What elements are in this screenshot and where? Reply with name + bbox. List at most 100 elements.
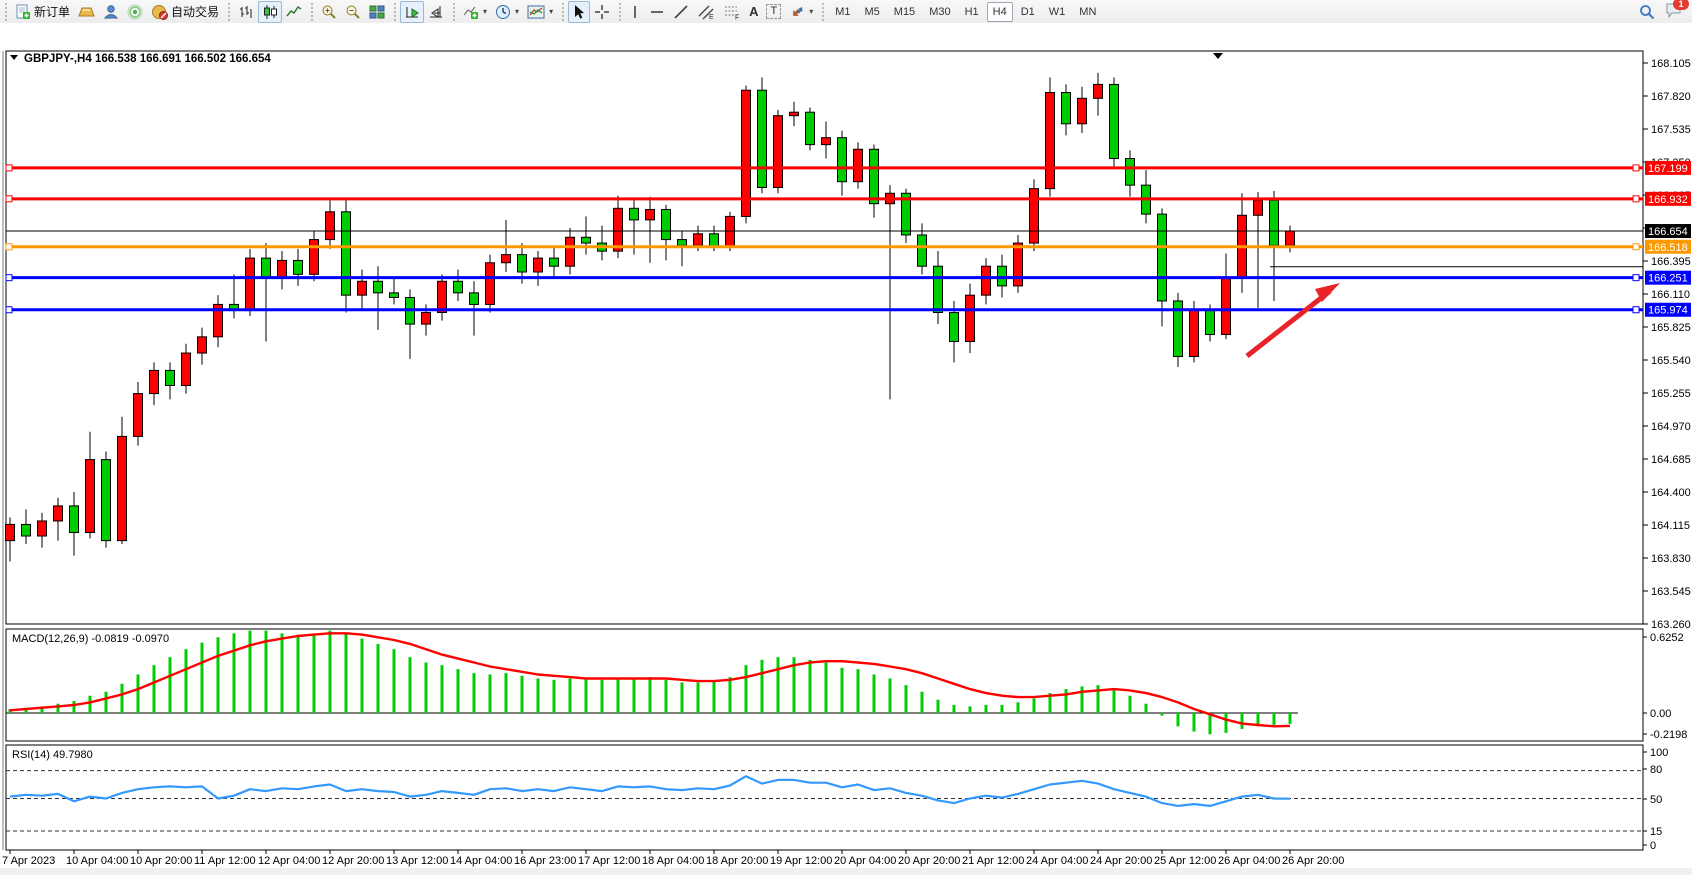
clock-icon bbox=[495, 4, 511, 20]
svg-text:E: E bbox=[709, 14, 714, 20]
main-price-panel bbox=[6, 51, 1643, 624]
chart-shift-icon bbox=[428, 4, 444, 20]
candle-body bbox=[1190, 310, 1199, 356]
timeframe-h4-button[interactable]: H4 bbox=[987, 2, 1013, 22]
candle-body bbox=[758, 90, 767, 187]
candle-body bbox=[1030, 189, 1039, 243]
timeframe-mn-button[interactable]: MN bbox=[1073, 2, 1102, 22]
price-axis-label: 167.535 bbox=[1651, 124, 1691, 136]
text-tool-button[interactable]: A bbox=[745, 1, 762, 23]
candle-body bbox=[950, 313, 959, 342]
trendline-tool-button[interactable] bbox=[669, 1, 693, 23]
candle-body bbox=[166, 370, 175, 385]
window-bottom-strip bbox=[0, 868, 1692, 875]
label-tool-button[interactable]: T bbox=[762, 1, 785, 23]
candle-body bbox=[662, 209, 671, 239]
candle-body bbox=[1062, 93, 1071, 124]
candle-body bbox=[454, 281, 463, 293]
templates-button[interactable]: ▾ bbox=[523, 1, 557, 23]
candle-body bbox=[918, 235, 927, 266]
candle-body bbox=[1206, 310, 1215, 334]
timeframe-w1-button[interactable]: W1 bbox=[1043, 2, 1072, 22]
svg-text:F: F bbox=[735, 14, 739, 20]
line-handle[interactable] bbox=[6, 307, 12, 313]
line-handle[interactable] bbox=[1633, 275, 1639, 281]
line-handle[interactable] bbox=[6, 165, 12, 171]
crosshair-button[interactable] bbox=[590, 1, 614, 23]
rsi-panel bbox=[6, 745, 1643, 850]
timeframe-m30-button[interactable]: M30 bbox=[923, 2, 956, 22]
time-axis-label: 16 Apr 23:00 bbox=[514, 855, 576, 867]
macd-axis-label: 0.6252 bbox=[1650, 632, 1684, 644]
vertical-line-tool-button[interactable] bbox=[625, 1, 645, 23]
candle-body bbox=[246, 258, 255, 310]
notifications-button[interactable]: 1 bbox=[1665, 2, 1682, 21]
market-depth-button[interactable] bbox=[74, 1, 99, 23]
candle-body bbox=[694, 234, 703, 246]
price-axis-label: 164.400 bbox=[1651, 487, 1691, 499]
line-handle[interactable] bbox=[6, 275, 12, 281]
timeframe-h1-button[interactable]: H1 bbox=[959, 2, 985, 22]
timeframe-m1-button[interactable]: M1 bbox=[829, 2, 856, 22]
line-handle[interactable] bbox=[6, 196, 12, 202]
price-badge-label: 166.518 bbox=[1648, 242, 1688, 254]
time-axis-label: 21 Apr 12:00 bbox=[962, 855, 1024, 867]
price-badge-label: 166.932 bbox=[1648, 194, 1688, 206]
signal-broadcast-icon bbox=[127, 4, 143, 20]
line-handle[interactable] bbox=[1633, 307, 1639, 313]
candle-body bbox=[438, 281, 447, 312]
auto-scroll-button[interactable] bbox=[400, 1, 424, 23]
candle-body bbox=[614, 208, 623, 251]
chart-window: 168.105167.820167.535167.250166.965166.6… bbox=[0, 23, 1692, 852]
candle-body bbox=[198, 337, 207, 353]
tile-windows-button[interactable] bbox=[365, 1, 389, 23]
fibonacci-tool-button[interactable]: F bbox=[719, 1, 745, 23]
line-handle[interactable] bbox=[6, 244, 12, 250]
candle-body bbox=[710, 234, 719, 247]
candle-body bbox=[1286, 231, 1295, 245]
price-badge-label: 165.974 bbox=[1648, 305, 1688, 317]
search-icon[interactable] bbox=[1639, 4, 1655, 20]
price-axis-label: 166.110 bbox=[1651, 289, 1690, 301]
time-axis-label: 7 Apr 2023 bbox=[2, 855, 55, 867]
price-axis-label: 164.685 bbox=[1651, 454, 1691, 466]
community-button[interactable] bbox=[99, 1, 123, 23]
timeframe-m5-button[interactable]: M5 bbox=[859, 2, 886, 22]
candlestick-chart-button[interactable] bbox=[258, 1, 282, 23]
autotrading-label: 自动交易 bbox=[171, 3, 219, 20]
timeframe-d1-button[interactable]: D1 bbox=[1015, 2, 1041, 22]
zoom-in-button[interactable] bbox=[317, 1, 341, 23]
candle-body bbox=[1222, 278, 1231, 335]
candle-body bbox=[998, 266, 1007, 286]
toolbar-grip bbox=[616, 3, 623, 21]
timeframe-m15-button[interactable]: M15 bbox=[888, 2, 921, 22]
horizontal-line-icon bbox=[649, 4, 665, 20]
horizontal-line-tool-button[interactable] bbox=[645, 1, 669, 23]
cursor-button[interactable] bbox=[568, 1, 590, 23]
candle-body bbox=[358, 281, 367, 295]
fibonacci-icon: F bbox=[723, 4, 741, 20]
periods-button[interactable]: ▾ bbox=[491, 1, 523, 23]
candle-body bbox=[1126, 159, 1135, 186]
candle-body bbox=[678, 240, 687, 246]
time-axis-label: 20 Apr 04:00 bbox=[834, 855, 896, 867]
chart-shift-button[interactable] bbox=[424, 1, 448, 23]
time-axis-label: 17 Apr 12:00 bbox=[578, 855, 640, 867]
arrows-tool-button[interactable]: ▾ bbox=[785, 1, 817, 23]
candle-body bbox=[486, 263, 495, 305]
channel-tool-button[interactable]: E bbox=[693, 1, 719, 23]
new-order-button[interactable]: 新订单 bbox=[11, 1, 74, 23]
line-handle[interactable] bbox=[1633, 244, 1639, 250]
bar-chart-button[interactable] bbox=[234, 1, 258, 23]
zoom-out-button[interactable] bbox=[341, 1, 365, 23]
line-handle[interactable] bbox=[1633, 165, 1639, 171]
trading-terminal-window: 新订单 自动交易 bbox=[0, 0, 1692, 852]
signals-button[interactable] bbox=[123, 1, 147, 23]
rsi-axis-label: 80 bbox=[1650, 764, 1662, 776]
indicators-button[interactable]: ▾ bbox=[459, 1, 491, 23]
line-handle[interactable] bbox=[1633, 196, 1639, 202]
line-chart-button[interactable] bbox=[282, 1, 306, 23]
dropdown-caret-icon: ▾ bbox=[809, 7, 813, 16]
autotrading-button[interactable]: 自动交易 bbox=[147, 1, 223, 23]
candle-body bbox=[838, 138, 847, 182]
